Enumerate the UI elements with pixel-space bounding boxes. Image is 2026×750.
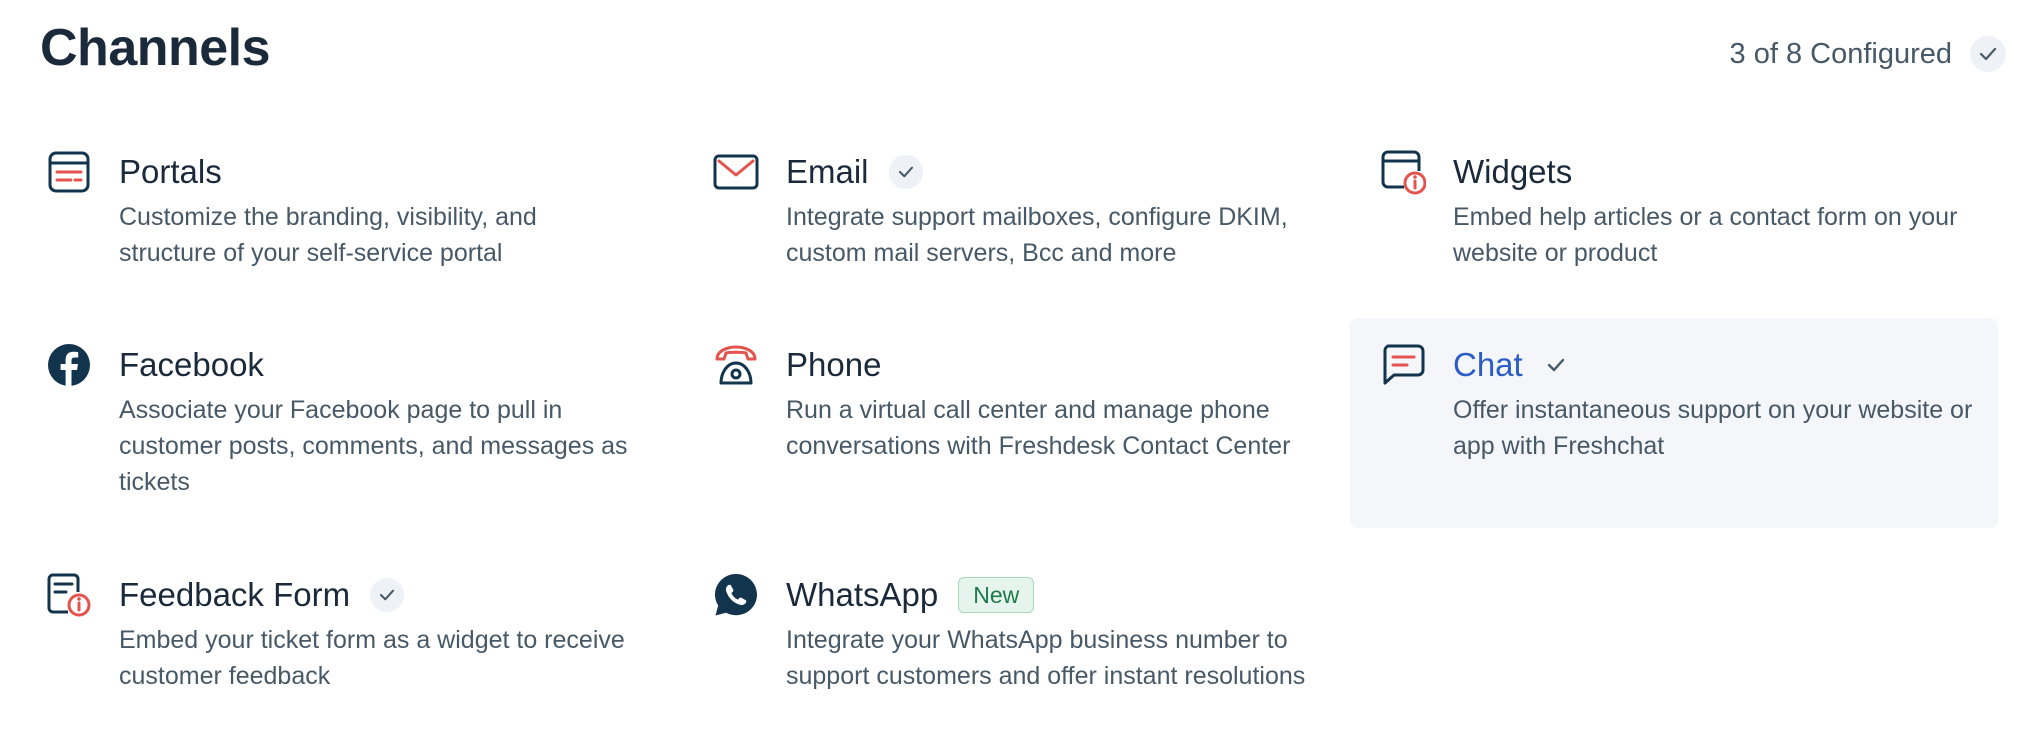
channel-card-email[interactable]: Email Integrate support mailboxes, confi… [711, 147, 1361, 359]
whatsapp-icon [711, 570, 761, 620]
channel-title: Phone [786, 346, 882, 383]
channel-title: Chat [1453, 346, 1523, 383]
channel-card-chat[interactable]: Chat Offer instantaneous support on your… [1350, 318, 1998, 528]
channel-description: Embed help articles or a contact form on… [1453, 203, 1958, 267]
channel-title: Widgets [1453, 153, 1573, 190]
channel-title: WhatsApp [786, 576, 939, 613]
widget-icon [1378, 147, 1428, 197]
channel-description: Customize the branding, visibility, and … [119, 203, 537, 267]
channel-title: Portals [119, 153, 222, 190]
configured-check-icon [1543, 358, 1565, 372]
channel-description: Integrate support mailboxes, configure D… [786, 203, 1288, 267]
envelope-icon [711, 147, 761, 197]
channel-description: Associate your Facebook page to pull in … [119, 396, 628, 496]
channel-card-portals[interactable]: Portals Customize the branding, visibili… [44, 147, 694, 359]
facebook-icon [44, 340, 94, 390]
channel-card-facebook[interactable]: Facebook Associate your Facebook page to… [44, 340, 694, 552]
configured-check-icon [370, 578, 405, 612]
channels-page: Channels 3 of 8 Configured Portals Custo… [0, 0, 2026, 750]
channel-card-whatsapp[interactable]: WhatsApp New Integrate your WhatsApp bus… [711, 570, 1361, 750]
channel-title: Facebook [119, 346, 264, 383]
channel-card-feedback-form[interactable]: Feedback Form Embed your ticket form as … [44, 570, 694, 750]
channel-title: Feedback Form [119, 576, 351, 613]
phone-icon [711, 340, 761, 390]
feedback-form-icon [44, 570, 94, 620]
channels-grid: Portals Customize the branding, visibili… [0, 0, 2026, 750]
configured-check-icon [888, 155, 923, 189]
channel-description: Run a virtual call center and manage pho… [786, 396, 1291, 460]
channel-description: Offer instantaneous support on your webs… [1453, 396, 1973, 460]
portal-icon [44, 147, 94, 197]
channel-card-phone[interactable]: Phone Run a virtual call center and mana… [711, 340, 1361, 552]
channel-description: Integrate your WhatsApp business number … [786, 626, 1306, 690]
chat-icon [1378, 340, 1428, 390]
channel-title: Email [786, 153, 869, 190]
new-badge: New [958, 577, 1035, 613]
channel-description: Embed your ticket form as a widget to re… [119, 626, 625, 690]
